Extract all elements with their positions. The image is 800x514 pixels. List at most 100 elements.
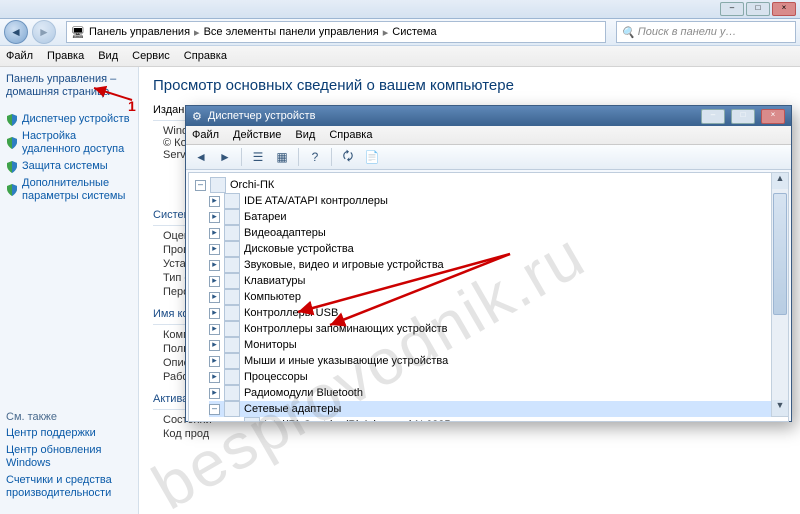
menu-view[interactable]: Вид (295, 129, 315, 141)
tree-node-label: Компьютер (244, 291, 301, 303)
tree-node[interactable]: ▸Радиомодули Bluetooth (209, 385, 784, 401)
forward-button[interactable]: ► (32, 20, 56, 44)
sidebar-link-protection[interactable]: Защита системы (6, 160, 132, 173)
tree-node[interactable]: ▸Клавиатуры (209, 273, 784, 289)
scroll-down-button[interactable]: ▼ (772, 400, 788, 416)
kv: Код прод (163, 428, 790, 440)
tree-node[interactable]: ▸ IDE ATA/ATAPI контроллеры (209, 193, 784, 209)
tree-node[interactable]: ▸Процессоры (209, 369, 784, 385)
device-tree[interactable]: –Orchi-ПК ▸ IDE ATA/ATAPI контроллеры ▸ Бата… (188, 172, 789, 422)
sidebar-home-title[interactable]: Панель управления – домашняя страница (6, 73, 132, 99)
close-button[interactable]: × (772, 2, 796, 16)
sidebar-link-remote[interactable]: Настройка удаленного доступа (6, 130, 132, 156)
sidebar-link-advanced[interactable]: Дополнительные параметры системы (6, 177, 132, 203)
tb-view-icon[interactable]: ▦ (271, 146, 293, 168)
minimize-button[interactable]: – (720, 2, 744, 16)
tb-scan-icon[interactable]: 🗘 (337, 146, 359, 168)
tree-node[interactable]: ▸ Мыши и иные указывающие устройства (209, 353, 784, 369)
sidebar-link-label: Защита системы (22, 160, 108, 173)
device-icon (224, 209, 240, 225)
tree-node-label: Звуковые, видео и игровые устройства (244, 259, 444, 271)
device-icon (224, 401, 240, 417)
maximize-button[interactable]: □ (746, 2, 770, 16)
sidebar-link-device-manager[interactable]: Диспетчер устройств (6, 113, 132, 126)
devmgr-icon: ⚙ (192, 110, 202, 123)
breadcrumb-item[interactable]: Все элементы панели управления (204, 26, 379, 38)
expand-toggle[interactable]: ▸ (209, 260, 220, 271)
tree-node[interactable]: ▸Видеоадаптеры (209, 225, 784, 241)
expand-toggle[interactable]: ▸ (209, 388, 220, 399)
maximize-button[interactable]: □ (731, 109, 755, 124)
see-also-link[interactable]: Счетчики и средства производительности (6, 474, 126, 500)
expand-toggle[interactable]: – (195, 180, 206, 191)
minimize-button[interactable]: – (701, 109, 725, 124)
scroll-thumb[interactable] (773, 193, 787, 315)
shield-icon (6, 184, 18, 196)
scrollbar-vertical[interactable]: ▲ ▼ (771, 172, 789, 417)
sidebar-link-label: Настройка удаленного доступа (22, 130, 132, 156)
see-also-title: См. также (6, 411, 126, 423)
tree-node[interactable]: ▸Контроллеры USB (209, 305, 784, 321)
expand-toggle[interactable]: ▸ (209, 308, 220, 319)
device-icon (224, 369, 240, 385)
device-icon (224, 305, 240, 321)
tree-node-label: Мыши и иные указывающие устройства (244, 355, 448, 367)
menu-file[interactable]: Файл (6, 50, 33, 62)
tree-node[interactable]: ▸Дисковые устройства (209, 241, 784, 257)
breadcrumb-item[interactable]: Система (392, 26, 436, 38)
expand-toggle[interactable]: ▸ (209, 212, 220, 223)
folder-icon: 🖥 (71, 26, 85, 39)
see-also-link[interactable]: Центр поддержки (6, 427, 126, 440)
tree-node[interactable]: –Orchi-ПК (195, 177, 784, 193)
navigation-bar: ◄ ► 🖥 Панель управления ▸ Все элементы п… (0, 19, 800, 46)
see-also-link[interactable]: Центр обновления Windows (6, 444, 126, 470)
devmgr-toolbar: ◄ ► ☰ ▦ ? 🗘 📄 (186, 145, 791, 170)
menu-help[interactable]: Справка (329, 129, 372, 141)
tree-node[interactable]: ▸ Звуковые, видео и игровые устройства (209, 257, 784, 273)
menu-file[interactable]: Файл (192, 129, 219, 141)
tb-properties-icon[interactable]: 📄 (361, 146, 383, 168)
tree-node[interactable]: ▸Контроллеры запоминающих устройств (209, 321, 784, 337)
breadcrumb[interactable]: 🖥 Панель управления ▸ Все элементы панел… (66, 21, 606, 43)
expand-toggle[interactable]: ▸ (209, 292, 220, 303)
menu-action[interactable]: Действие (233, 129, 281, 141)
back-button[interactable]: ◄ (4, 20, 28, 44)
tree-node-label: Мониторы (244, 339, 297, 351)
tb-show-hidden-icon[interactable]: ☰ (247, 146, 269, 168)
tree-node-label: Батареи (244, 211, 287, 223)
expand-toggle[interactable]: – (209, 404, 220, 415)
tree-node-label: IDE ATA/ATAPI контроллеры (244, 195, 388, 207)
menu-tools[interactable]: Сервис (132, 50, 170, 62)
tb-back-icon[interactable]: ◄ (190, 146, 212, 168)
tree-node[interactable]: ▸ Мониторы (209, 337, 784, 353)
expand-toggle[interactable]: ▸ (209, 228, 220, 239)
tree-node[interactable]: Intel(R) Centrino(R) Advanced-N 6235 (229, 417, 784, 422)
menu-edit[interactable]: Правка (47, 50, 84, 62)
menu-help[interactable]: Справка (184, 50, 227, 62)
shield-icon (6, 161, 18, 173)
search-input[interactable]: 🔍 Поиск в панели у… (616, 21, 796, 43)
search-placeholder: Поиск в панели у… (638, 26, 737, 38)
scroll-up-button[interactable]: ▲ (772, 173, 788, 189)
expand-toggle[interactable]: ▸ (209, 276, 220, 287)
devmgr-titlebar[interactable]: ⚙ Диспетчер устройств – □ × (186, 106, 791, 126)
expand-toggle[interactable]: ▸ (209, 244, 220, 255)
tree-node[interactable]: ▸ Компьютер (209, 289, 784, 305)
expand-toggle[interactable]: ▸ (209, 356, 220, 367)
tree-node[interactable]: ▸ Батареи (209, 209, 784, 225)
expand-toggle[interactable]: ▸ (209, 196, 220, 207)
tree-node[interactable]: –Сетевые адаптеры (209, 401, 784, 417)
expand-toggle[interactable]: ▸ (209, 324, 220, 335)
device-icon (224, 385, 240, 401)
close-button[interactable]: × (761, 109, 785, 124)
devmgr-title-text: Диспетчер устройств (208, 110, 316, 122)
breadcrumb-item[interactable]: Панель управления (89, 26, 190, 38)
chevron-right-icon: ▸ (383, 26, 389, 39)
devmgr-menu-bar: Файл Действие Вид Справка (186, 126, 791, 145)
expand-toggle[interactable]: ▸ (209, 340, 220, 351)
device-icon (224, 193, 240, 209)
expand-toggle[interactable]: ▸ (209, 372, 220, 383)
tb-help-icon[interactable]: ? (304, 146, 326, 168)
tb-forward-icon[interactable]: ► (214, 146, 236, 168)
menu-view[interactable]: Вид (98, 50, 118, 62)
